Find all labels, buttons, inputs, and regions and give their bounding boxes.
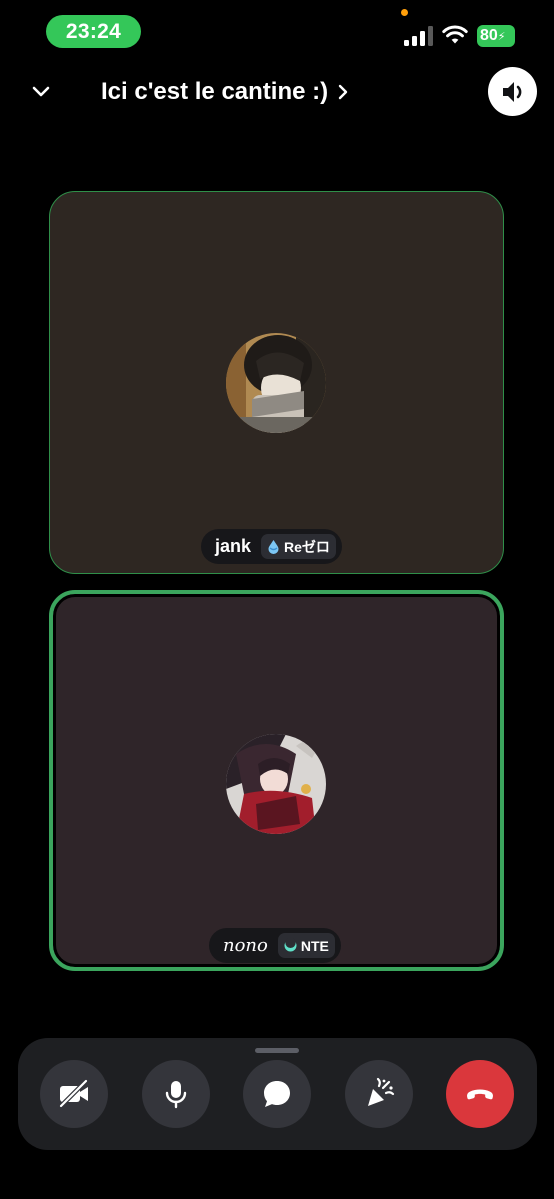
chevron-right-icon[interactable] [336, 82, 350, 102]
participant-nameplate: jank Reゼロ [201, 529, 342, 564]
participant-name: jank [215, 536, 252, 556]
chat-button[interactable] [243, 1060, 311, 1128]
party-popper-icon [368, 1077, 395, 1106]
drag-handle[interactable] [255, 1048, 299, 1053]
participant-name: nono [223, 935, 268, 956]
wifi-icon [442, 25, 468, 44]
battery-charging-icon: ⚡ [497, 30, 506, 43]
speaker-button[interactable] [488, 67, 537, 116]
privacy-indicator-dot [401, 9, 408, 16]
server-tag-label: NTE [300, 937, 329, 954]
crescent-moon-icon [284, 938, 297, 952]
camera-off-icon [58, 1078, 89, 1109]
channel-title[interactable]: Ici c'est le cantine :) [101, 78, 328, 108]
avatar [226, 333, 326, 433]
participant-nameplate: nono NTE [209, 928, 341, 963]
server-tag: Reゼロ [261, 534, 336, 559]
chat-bubble-icon [264, 1081, 290, 1107]
speaker-icon [502, 81, 521, 102]
battery-level: 80 [480, 27, 498, 44]
hang-up-icon [467, 1089, 493, 1100]
battery-indicator: 80 ⚡ [477, 25, 515, 47]
microphone-button[interactable] [142, 1060, 210, 1128]
camera-toggle-button[interactable] [40, 1060, 108, 1128]
avatar [226, 734, 326, 834]
status-time: 23:24 [46, 15, 141, 48]
disconnect-button[interactable] [446, 1060, 514, 1128]
activities-button[interactable] [345, 1060, 413, 1128]
signal-icon [404, 26, 433, 46]
water-drop-icon [268, 540, 279, 554]
participant-tile-speaking[interactable]: nono NTE [49, 590, 504, 971]
participant-tile[interactable]: jank Reゼロ [49, 191, 504, 574]
voice-call-screen: 23:24 80 ⚡ Ici c'est le cantine :) jank … [0, 0, 554, 1199]
server-tag-label: Reゼロ [284, 538, 330, 555]
chevron-down-icon[interactable] [30, 82, 52, 102]
microphone-icon [165, 1081, 187, 1109]
server-tag: NTE [277, 933, 335, 958]
